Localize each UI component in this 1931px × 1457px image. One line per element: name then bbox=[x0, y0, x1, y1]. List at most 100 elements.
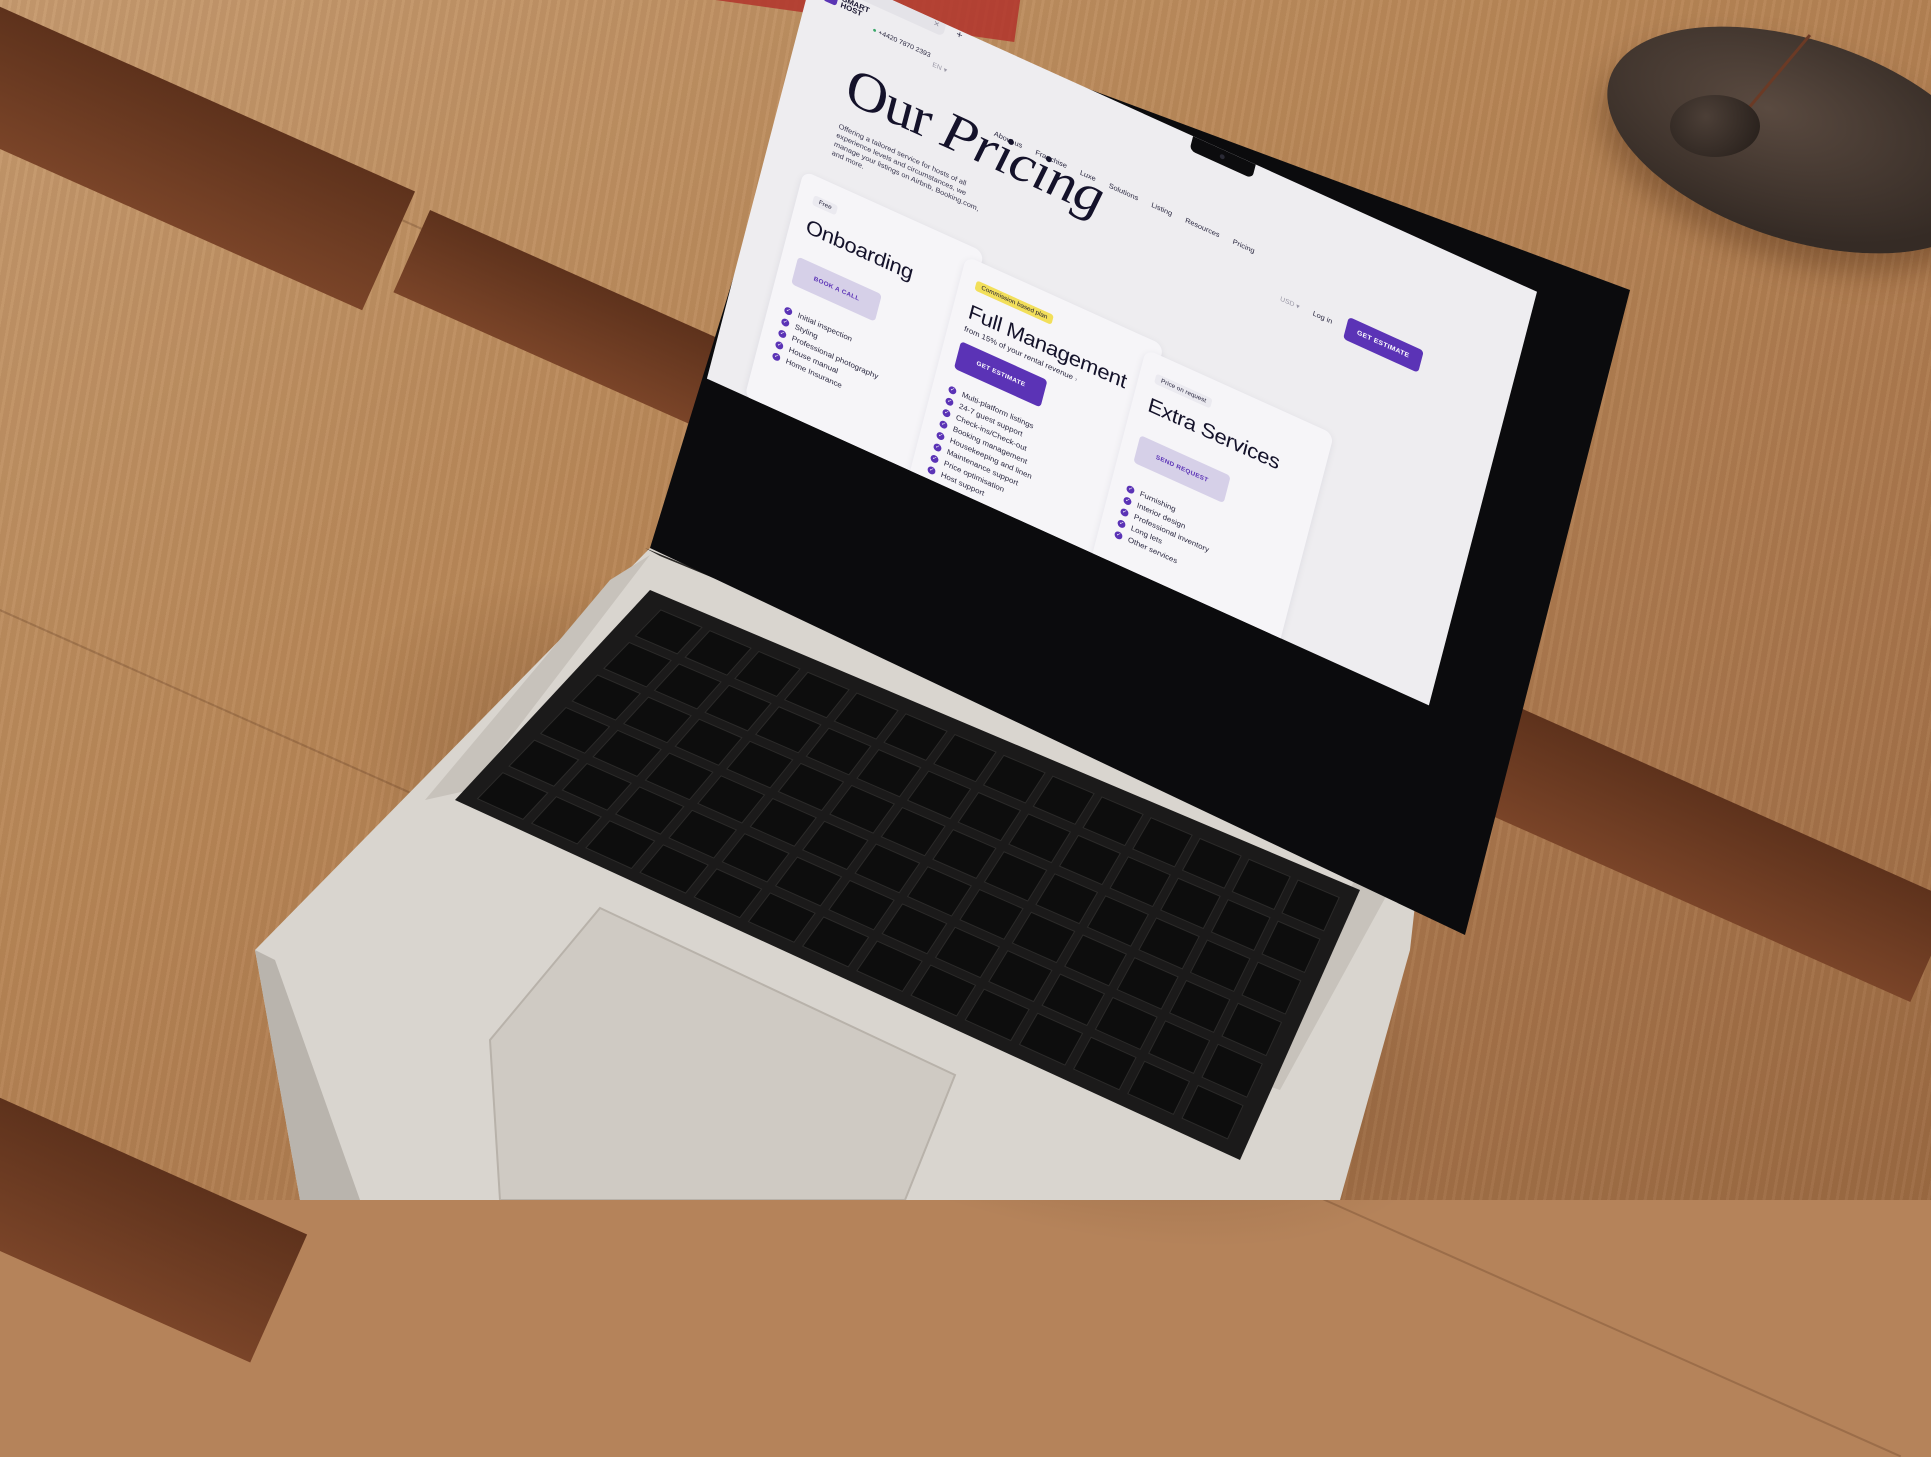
keyboard-key bbox=[774, 856, 843, 907]
keyboard-key bbox=[1018, 1012, 1084, 1066]
logo-icon: SH bbox=[822, 0, 840, 7]
keyboard-key bbox=[906, 770, 972, 820]
keyboard-key bbox=[1035, 873, 1099, 925]
check-circle-icon: ✓ bbox=[938, 418, 949, 430]
keyboard-key bbox=[1064, 934, 1128, 987]
keyboard-key bbox=[988, 950, 1053, 1003]
keyboard-key bbox=[754, 706, 822, 754]
keyboard-key bbox=[1132, 817, 1193, 868]
keyboard-key bbox=[747, 892, 816, 943]
check-circle-icon: ✓ bbox=[780, 316, 791, 328]
check-circle-icon: ✓ bbox=[944, 396, 955, 407]
currency-selector[interactable]: USD ▾ bbox=[1279, 295, 1300, 311]
keyboard-key bbox=[561, 762, 632, 811]
keyboard-key bbox=[828, 879, 895, 931]
keyboard-key bbox=[644, 752, 714, 801]
keyboard-key bbox=[476, 772, 549, 820]
keyboard-key bbox=[1127, 1060, 1191, 1115]
keyboard-key bbox=[881, 903, 948, 955]
check-circle-icon: ✓ bbox=[935, 430, 946, 441]
keyboard-key bbox=[801, 820, 869, 871]
keyboard-key bbox=[1011, 911, 1076, 964]
keyboard-key bbox=[1181, 837, 1242, 889]
nav-item-listing[interactable]: Listing bbox=[1150, 200, 1173, 217]
keyboard-key bbox=[933, 733, 997, 783]
keyboard-key bbox=[1189, 939, 1251, 993]
keyboard-key bbox=[880, 806, 946, 857]
keyboard-key bbox=[1041, 973, 1106, 1027]
plan-tag: Free bbox=[811, 195, 839, 216]
keyboard-key bbox=[1116, 957, 1179, 1010]
keyboard-key bbox=[883, 713, 948, 761]
keyboard-key bbox=[1072, 1036, 1137, 1091]
keyboard-key bbox=[592, 729, 662, 778]
keyboard-key bbox=[910, 964, 977, 1017]
login-link[interactable]: Log in bbox=[1312, 309, 1333, 326]
check-circle-icon: ✓ bbox=[1119, 506, 1130, 518]
check-circle-icon: ✓ bbox=[774, 339, 785, 351]
keyboard-key bbox=[983, 851, 1048, 902]
keyboard-key bbox=[749, 797, 817, 847]
keyboard-key bbox=[1008, 813, 1072, 864]
check-circle-icon: ✓ bbox=[771, 351, 782, 362]
keyboard-key bbox=[614, 786, 685, 835]
keyboard-key bbox=[674, 718, 743, 766]
keyboard-key bbox=[704, 684, 772, 732]
check-circle-icon: ✓ bbox=[941, 407, 952, 419]
chevron-right-icon[interactable]: › bbox=[1074, 376, 1078, 383]
check-circle-icon: ✓ bbox=[1125, 483, 1136, 495]
check-circle-icon: ✓ bbox=[932, 441, 943, 453]
nav-item-solutions[interactable]: Solutions bbox=[1108, 181, 1139, 202]
keyboard-key bbox=[1160, 877, 1221, 930]
keyboard-key bbox=[906, 866, 973, 917]
keyboard-key bbox=[934, 926, 1000, 979]
keyboard-key bbox=[603, 641, 672, 688]
keyboard-key bbox=[1231, 858, 1291, 911]
keyboard-key bbox=[1221, 1002, 1283, 1057]
keyboard-key bbox=[801, 916, 870, 968]
keyboard-key bbox=[1168, 979, 1231, 1034]
keyboard-key bbox=[932, 829, 997, 879]
keyboard-key bbox=[833, 692, 899, 740]
keyboard-key bbox=[1058, 834, 1121, 886]
keyboard-key bbox=[684, 630, 752, 676]
check-circle-icon: ✓ bbox=[1116, 518, 1127, 529]
site-logo[interactable]: SH SMART HOST bbox=[822, 0, 876, 22]
keyboard-key bbox=[805, 727, 872, 776]
keyboard-key bbox=[668, 809, 738, 859]
keyboard-key bbox=[856, 749, 922, 798]
keyboard-key bbox=[634, 609, 703, 655]
check-circle-icon: ✓ bbox=[947, 384, 958, 396]
header-actions: USD ▾ Log in GET ESTIMATE bbox=[1277, 287, 1424, 373]
language-selector[interactable]: EN ▾ bbox=[932, 61, 948, 75]
keyboard-key bbox=[777, 762, 845, 812]
check-circle-icon: ✓ bbox=[929, 453, 940, 464]
keyboard-key bbox=[1241, 961, 1302, 1015]
nav-item-resources[interactable]: Resources bbox=[1184, 216, 1220, 239]
keyboard-key bbox=[1201, 1043, 1263, 1098]
keyboard-key bbox=[571, 674, 642, 721]
keyboard-key bbox=[585, 820, 656, 870]
keyboard-key bbox=[1148, 1020, 1211, 1074]
keyboard-key bbox=[653, 663, 722, 710]
keyboard-key bbox=[530, 796, 603, 845]
keyboard-key bbox=[1181, 1084, 1244, 1140]
keyboard-key bbox=[959, 888, 1024, 940]
keyboard-key bbox=[1032, 775, 1095, 825]
phone-label: +4420 7870 2393 bbox=[877, 29, 932, 60]
keyboard-key bbox=[964, 988, 1030, 1042]
feature-list: ✓ Initial inspection ✓ Styling ✓ Profession… bbox=[771, 303, 936, 428]
keyboard-key bbox=[639, 844, 709, 894]
keyboard-key bbox=[1109, 856, 1171, 908]
check-circle-icon: ✓ bbox=[783, 305, 794, 316]
keyboard-key bbox=[508, 739, 580, 787]
check-circle-icon: ✓ bbox=[1122, 495, 1133, 506]
phone-number[interactable]: ●+4420 7870 2393 bbox=[872, 27, 932, 59]
status-dot-icon: ● bbox=[871, 26, 878, 35]
get-estimate-button[interactable]: GET ESTIMATE bbox=[1342, 316, 1424, 373]
keyboard-key bbox=[721, 833, 790, 883]
nav-item-pricing[interactable]: Pricing bbox=[1232, 237, 1256, 255]
keyboard-key bbox=[1086, 895, 1149, 947]
keyboard-key bbox=[1094, 996, 1158, 1051]
keyboard-key bbox=[1261, 920, 1321, 974]
